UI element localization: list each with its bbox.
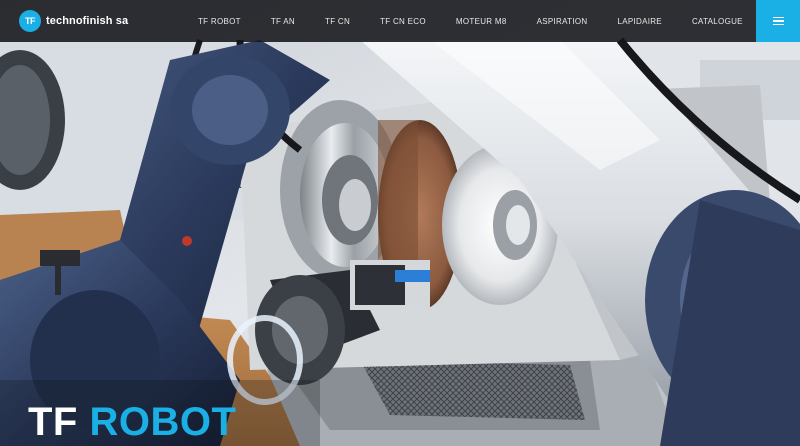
nav-item-moteur-m8[interactable]: MOTEUR M8	[456, 17, 507, 26]
hero-title-part1: TF	[28, 400, 78, 444]
nav-item-tf-cn-eco[interactable]: TF CN ECO	[380, 17, 426, 26]
brand-name: technofinish sa	[46, 15, 129, 27]
nav-item-catalogue[interactable]: CATALOGUE	[692, 17, 743, 26]
main-nav: TF ROBOT TF AN TF CN TF CN ECO MOTEUR M8…	[198, 17, 743, 26]
nav-item-tf-robot[interactable]: TF ROBOT	[198, 17, 241, 26]
nav-item-tf-cn[interactable]: TF CN	[325, 17, 350, 26]
brand-logo[interactable]: TF technofinish sa	[19, 10, 189, 32]
page: sa	[0, 0, 800, 446]
top-navbar: TF technofinish sa TF ROBOT TF AN TF CN …	[0, 0, 800, 42]
nav-item-lapidaire[interactable]: LAPIDAIRE	[617, 17, 662, 26]
hero-title: TF ROBOT	[28, 398, 236, 446]
hamburger-menu-button[interactable]	[756, 0, 800, 42]
hero-image: sa	[0, 0, 800, 446]
hamburger-menu-icon	[772, 16, 784, 19]
hero-title-part2: ROBOT	[89, 400, 237, 444]
nav-item-aspiration[interactable]: ASPIRATION	[537, 17, 588, 26]
nav-item-tf-an[interactable]: TF AN	[271, 17, 295, 26]
brand-mark-icon: TF	[19, 10, 41, 32]
